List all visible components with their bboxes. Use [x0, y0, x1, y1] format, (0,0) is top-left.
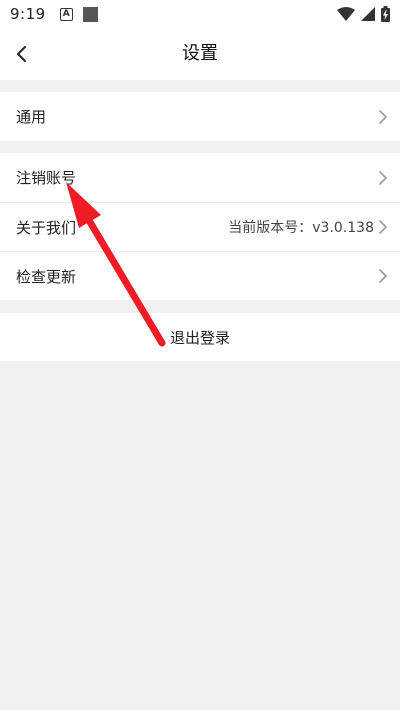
wifi-icon — [337, 7, 355, 21]
signal-icon — [361, 7, 375, 21]
settings-item-cancel-account[interactable]: 注销账号 — [0, 153, 400, 202]
settings-item-label: 通用 — [16, 108, 47, 126]
chevron-right-icon — [378, 219, 388, 235]
settings-group-account: 注销账号 关于我们 当前版本号：v3.0.138 检查更新 — [0, 153, 400, 300]
chevron-right-icon — [378, 170, 388, 186]
status-bar: 9:19 A — [0, 0, 400, 28]
status-time: 9:19 — [10, 5, 46, 23]
settings-item-check-update[interactable]: 检查更新 — [0, 251, 400, 300]
settings-item-general[interactable]: 通用 — [0, 92, 400, 141]
settings-item-about[interactable]: 关于我们 当前版本号：v3.0.138 — [0, 202, 400, 251]
square-notification-icon — [82, 6, 98, 22]
settings-group-general: 通用 — [0, 92, 400, 141]
battery-icon — [381, 6, 390, 22]
page-title: 设置 — [182, 43, 218, 64]
settings-item-label: 注销账号 — [16, 169, 77, 187]
a-notification-icon: A — [59, 7, 73, 21]
version-text: 当前版本号：v3.0.138 — [228, 220, 374, 236]
logout-button[interactable]: 退出登录 — [0, 313, 400, 361]
chevron-right-icon — [378, 109, 388, 125]
chevron-right-icon — [378, 268, 388, 284]
settings-item-label: 关于我们 — [16, 218, 77, 237]
settings-item-label: 检查更新 — [16, 267, 77, 286]
logout-label: 退出登录 — [169, 328, 230, 347]
header: 设置 — [0, 28, 400, 80]
status-indicators — [337, 6, 390, 22]
